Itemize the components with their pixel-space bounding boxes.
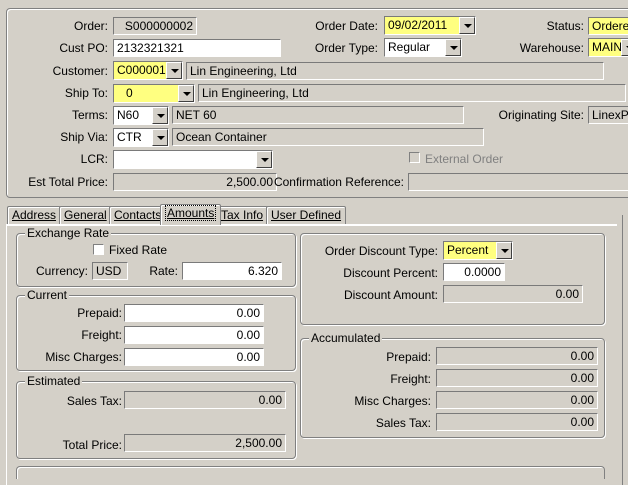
terms-select[interactable]: N60 [113, 106, 169, 125]
customer-select[interactable]: C000001 [113, 61, 183, 80]
total-price-field: 2,500.00 [124, 434, 286, 452]
chevron-down-icon[interactable] [152, 107, 168, 124]
order-date-label: Order Date: [315, 19, 378, 33]
rate-field[interactable]: 6.320 [182, 262, 282, 280]
discount-type-select[interactable]: Percent [443, 241, 513, 260]
total-price-label: Total Price: [62, 438, 122, 452]
sales-tax-field: 0.00 [124, 391, 286, 409]
current-freight-label: Freight: [81, 328, 122, 342]
discount-amount-label: Discount Amount: [343, 288, 438, 302]
ship-via-label: Ship Via: [60, 130, 108, 144]
originating-site-field: LinexP1 [588, 106, 628, 124]
accumulated-title: Accumulated [309, 331, 383, 345]
chevron-down-icon[interactable] [256, 151, 272, 168]
confirmation-reference-label: Confirmation Reference: [273, 175, 404, 189]
order-header-panel [6, 8, 628, 198]
order-type-value: Regular [388, 40, 431, 54]
chevron-down-icon[interactable] [178, 85, 194, 102]
accumulated-sales-tax-field: 0.00 [436, 413, 598, 431]
discount-amount-field: 0.00 [443, 285, 583, 303]
right-panel-edge [622, 215, 628, 485]
tab-address[interactable]: Address [7, 206, 62, 224]
ship-to-select[interactable]: 0 [113, 84, 195, 103]
tab-contacts[interactable]: Contacts [109, 206, 167, 224]
currency-label: Currency: [35, 264, 88, 278]
external-order-label: External Order [425, 152, 504, 166]
current-prepaid-label: Prepaid: [77, 306, 122, 320]
current-misc-charges-field[interactable]: 0.00 [124, 348, 264, 366]
accumulated-sales-tax-label: Sales Tax: [375, 416, 431, 430]
est-total-price-field: 2,500.00 [113, 173, 277, 191]
chevron-down-icon[interactable] [459, 17, 475, 34]
chevron-down-icon[interactable] [621, 39, 628, 56]
originating-site-label: Originating Site: [498, 108, 584, 122]
confirmation-reference-field[interactable] [408, 173, 628, 191]
customer-code: C000001 [117, 63, 166, 77]
cust-po-label: Cust PO: [59, 41, 108, 55]
accumulated-prepaid-field: 0.00 [436, 347, 598, 365]
customer-label: Customer: [52, 64, 108, 78]
chevron-down-icon[interactable] [496, 242, 512, 259]
terms-code: N60 [117, 108, 140, 122]
warehouse-value: MAIN [592, 40, 622, 54]
warehouse-select[interactable]: MAIN [588, 38, 628, 57]
ship-via-select[interactable]: CTR [113, 128, 169, 147]
tab-amounts-label: Amounts [165, 205, 217, 221]
status-label: Status: [546, 19, 584, 33]
tab-amounts[interactable]: Amounts [160, 204, 222, 225]
current-title: Current [25, 288, 70, 302]
lcr-select[interactable] [113, 150, 273, 169]
accumulated-freight-label: Freight: [390, 372, 431, 386]
order-type-label: Order Type: [314, 41, 378, 55]
tab-user-defined[interactable]: User Defined [266, 206, 347, 224]
ship-to-label: Ship To: [64, 86, 108, 100]
accumulated-misc-charges-label: Misc Charges: [354, 394, 431, 408]
status-field[interactable]: Ordered [588, 17, 628, 35]
warehouse-label: Warehouse: [519, 41, 584, 55]
tab-tax-info[interactable]: Tax Info [216, 206, 269, 224]
discount-percent-field[interactable]: 0.0000 [443, 263, 505, 281]
order-date-value: 09/02/2011 [388, 18, 448, 32]
accumulated-freight-field: 0.00 [436, 369, 598, 387]
lcr-label: LCR: [80, 152, 108, 166]
order-type-select[interactable]: Regular [384, 38, 462, 57]
ship-to-name-field: Lin Engineering, Ltd [198, 84, 626, 102]
order-label: Order: [73, 19, 108, 33]
terms-label: Terms: [72, 108, 108, 122]
rate-label: Rate: [149, 264, 178, 278]
current-prepaid-field[interactable]: 0.00 [124, 304, 264, 322]
discount-type-label: Order Discount Type: [324, 244, 438, 258]
estimated-title: Estimated [25, 374, 83, 388]
fixed-rate-checkbox[interactable] [93, 244, 104, 255]
fixed-rate-label: Fixed Rate [109, 243, 168, 257]
tab-general[interactable]: General [59, 206, 112, 224]
customer-name-field: Lin Engineering, Ltd [186, 62, 604, 80]
chevron-down-icon[interactable] [166, 62, 182, 79]
terms-desc-field: NET 60 [172, 106, 464, 124]
current-freight-field[interactable]: 0.00 [124, 326, 264, 344]
sales-tax-label: Sales Tax: [66, 394, 122, 408]
cust-po-field[interactable]: 2132321321 [113, 39, 281, 57]
chevron-down-icon[interactable] [152, 129, 168, 146]
currency-field: USD [92, 262, 128, 280]
ship-to-code: 0 [126, 86, 133, 100]
chevron-down-icon[interactable] [445, 39, 461, 56]
discount-percent-label: Discount Percent: [343, 266, 438, 280]
external-order-checkbox[interactable] [409, 152, 420, 163]
discount-type-value: Percent [447, 243, 489, 257]
order-date-picker[interactable]: 09/02/2011 [384, 16, 476, 35]
est-total-price-label: Est Total Price: [28, 175, 108, 189]
order-number-field[interactable]: S000000002 [113, 17, 197, 35]
accumulated-prepaid-label: Prepaid: [386, 350, 431, 364]
exchange-rate-title: Exchange Rate [25, 226, 112, 240]
current-misc-charges-label: Misc Charges: [45, 350, 122, 364]
ship-via-desc-field: Ocean Container [172, 128, 484, 146]
accumulated-misc-charges-field: 0.00 [436, 391, 598, 409]
ship-via-code: CTR [117, 130, 142, 144]
